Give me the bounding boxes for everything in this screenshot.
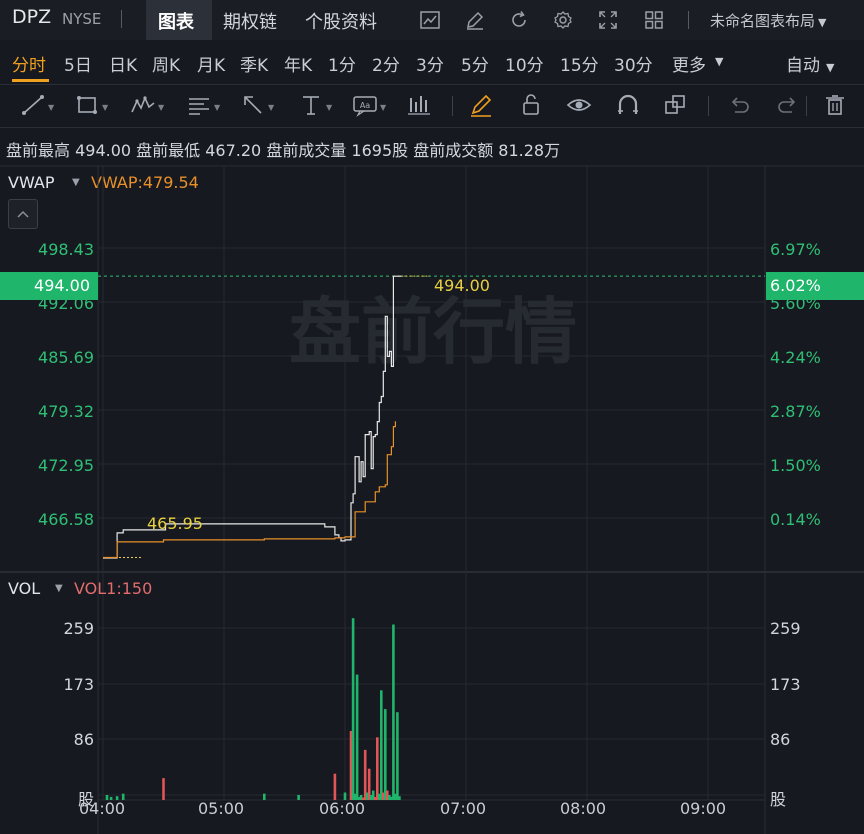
volume-bar (355, 674, 359, 800)
watermark-text: 盘前行情 (289, 290, 577, 374)
volume-bar (392, 624, 395, 800)
volume-bar (398, 796, 401, 800)
volume-bar (263, 793, 266, 800)
price-axis-label: 479.32 (38, 402, 94, 421)
price-axis-label: 485.69 (38, 348, 94, 367)
current-price-tag: 494.00 (0, 272, 98, 300)
current-pct-tag: 6.02% (766, 272, 864, 300)
volume-axis-label: 259 (770, 619, 801, 638)
low-price-label: 465.95 (147, 514, 203, 533)
price-axis-label: 466.58 (38, 510, 94, 529)
high-price-label: 494.00 (434, 276, 490, 295)
volume-bar (396, 712, 399, 800)
time-axis-label: 07:00 (440, 799, 487, 818)
time-axis-label: 09:00 (680, 799, 727, 818)
volume-ma-value: VOL1:150 (74, 579, 153, 598)
time-axis-label: 05:00 (198, 799, 245, 818)
time-axis-label: 04:00 (79, 799, 126, 818)
volume-axis-label: 股 (770, 790, 787, 809)
vwap-line (103, 421, 396, 559)
current-pct-value: 6.02% (770, 276, 821, 295)
volume-bar (162, 778, 165, 800)
chart-canvas[interactable]: 盘前行情 (0, 0, 864, 834)
time-axis-label: 08:00 (560, 799, 607, 818)
volume-bar (376, 737, 379, 800)
volume-bar (380, 690, 383, 800)
volume-axis-label: 86 (770, 730, 791, 749)
volume-axis-label: 173 (63, 675, 94, 694)
volume-bar (333, 773, 337, 800)
volume-axis-label: 173 (770, 675, 801, 694)
volume-bar (351, 618, 355, 800)
volume-bar (384, 709, 387, 800)
percent-axis-label: 0.14% (770, 510, 821, 529)
volume-bar (363, 749, 367, 800)
current-price-value: 494.00 (34, 276, 90, 295)
price-axis-label: 472.95 (38, 456, 94, 475)
price-axis-label: 498.43 (38, 240, 94, 259)
volume-bar (297, 795, 300, 800)
percent-axis-label: 6.97% (770, 240, 821, 259)
volume-axis-label: 259 (63, 619, 94, 638)
time-axis-label: 06:00 (319, 799, 366, 818)
percent-axis-label: 4.24% (770, 348, 821, 367)
volume-axis-label: 86 (73, 730, 94, 749)
volume-indicator-name[interactable]: VOL (8, 579, 40, 598)
percent-axis-label: 2.87% (770, 402, 821, 421)
chevron-down-icon[interactable]: ▼ (55, 583, 63, 594)
percent-axis-label: 1.50% (770, 456, 821, 475)
